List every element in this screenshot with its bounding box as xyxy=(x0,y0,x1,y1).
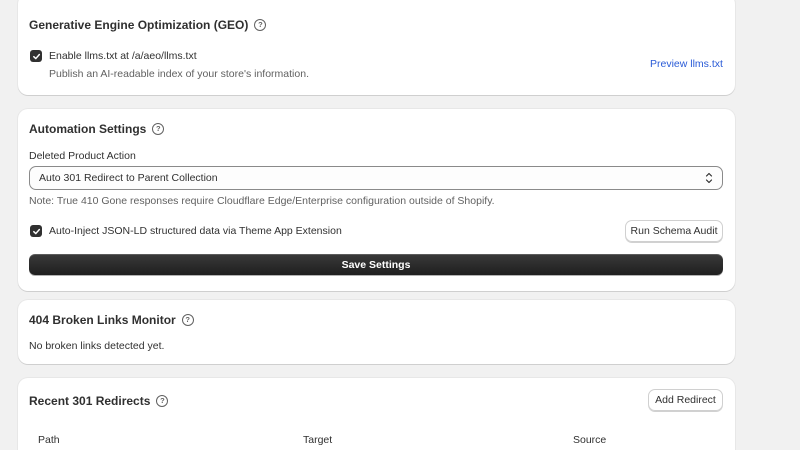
broken-links-title: 404 Broken Links Monitor ? xyxy=(29,313,194,327)
geo-title-text: Generative Engine Optimization (GEO) xyxy=(29,18,249,32)
column-header-target: Target xyxy=(303,434,333,446)
broken-links-title-text: 404 Broken Links Monitor xyxy=(29,313,176,327)
automation-title-text: Automation Settings xyxy=(29,122,147,136)
llms-txt-checkbox-label: Enable llms.txt at /a/aeo/llms.txt xyxy=(49,50,197,62)
checkmark-icon xyxy=(32,53,40,59)
automation-settings-card: Automation Settings ? Deleted Product Ac… xyxy=(18,109,735,291)
add-redirect-button[interactable]: Add Redirect xyxy=(648,389,723,411)
preview-llms-txt-link[interactable]: Preview llms.txt xyxy=(650,58,723,70)
automation-title: Automation Settings ? xyxy=(29,122,165,136)
recent-redirects-card: Recent 301 Redirects ? Add Redirect Path… xyxy=(18,378,735,450)
geo-card: Generative Engine Optimization (GEO) ? E… xyxy=(18,0,735,95)
help-icon[interactable]: ? xyxy=(152,123,165,135)
recent-redirects-title-text: Recent 301 Redirects xyxy=(29,394,151,408)
deleted-product-action-label: Deleted Product Action xyxy=(29,150,136,162)
column-header-path: Path xyxy=(38,434,60,446)
help-icon[interactable]: ? xyxy=(156,395,169,407)
broken-links-empty-message: No broken links detected yet. xyxy=(29,340,165,352)
geo-title: Generative Engine Optimization (GEO) ? xyxy=(29,18,267,32)
help-icon[interactable]: ? xyxy=(181,314,194,326)
select-arrows-icon xyxy=(705,172,713,184)
deleted-product-action-value: Auto 301 Redirect to Parent Collection xyxy=(39,172,218,184)
column-header-source: Source xyxy=(573,434,607,446)
broken-links-card: 404 Broken Links Monitor ? No broken lin… xyxy=(18,300,735,364)
help-icon[interactable]: ? xyxy=(254,19,267,31)
recent-redirects-title: Recent 301 Redirects ? xyxy=(29,394,169,408)
jsonld-checkbox-label: Auto-Inject JSON-LD structured data via … xyxy=(49,225,342,237)
run-schema-audit-button[interactable]: Run Schema Audit xyxy=(625,220,723,242)
llms-txt-description: Publish an AI-readable index of your sto… xyxy=(49,68,309,80)
deleted-product-action-select[interactable]: Auto 301 Redirect to Parent Collection xyxy=(29,166,723,190)
jsonld-checkbox[interactable] xyxy=(30,225,42,237)
save-settings-button[interactable]: Save Settings xyxy=(29,254,723,275)
checkmark-icon xyxy=(32,228,40,234)
llms-txt-checkbox[interactable] xyxy=(30,50,42,62)
app-page: Generative Engine Optimization (GEO) ? E… xyxy=(0,0,800,450)
cloudflare-note: Note: True 410 Gone responses require Cl… xyxy=(29,195,495,207)
